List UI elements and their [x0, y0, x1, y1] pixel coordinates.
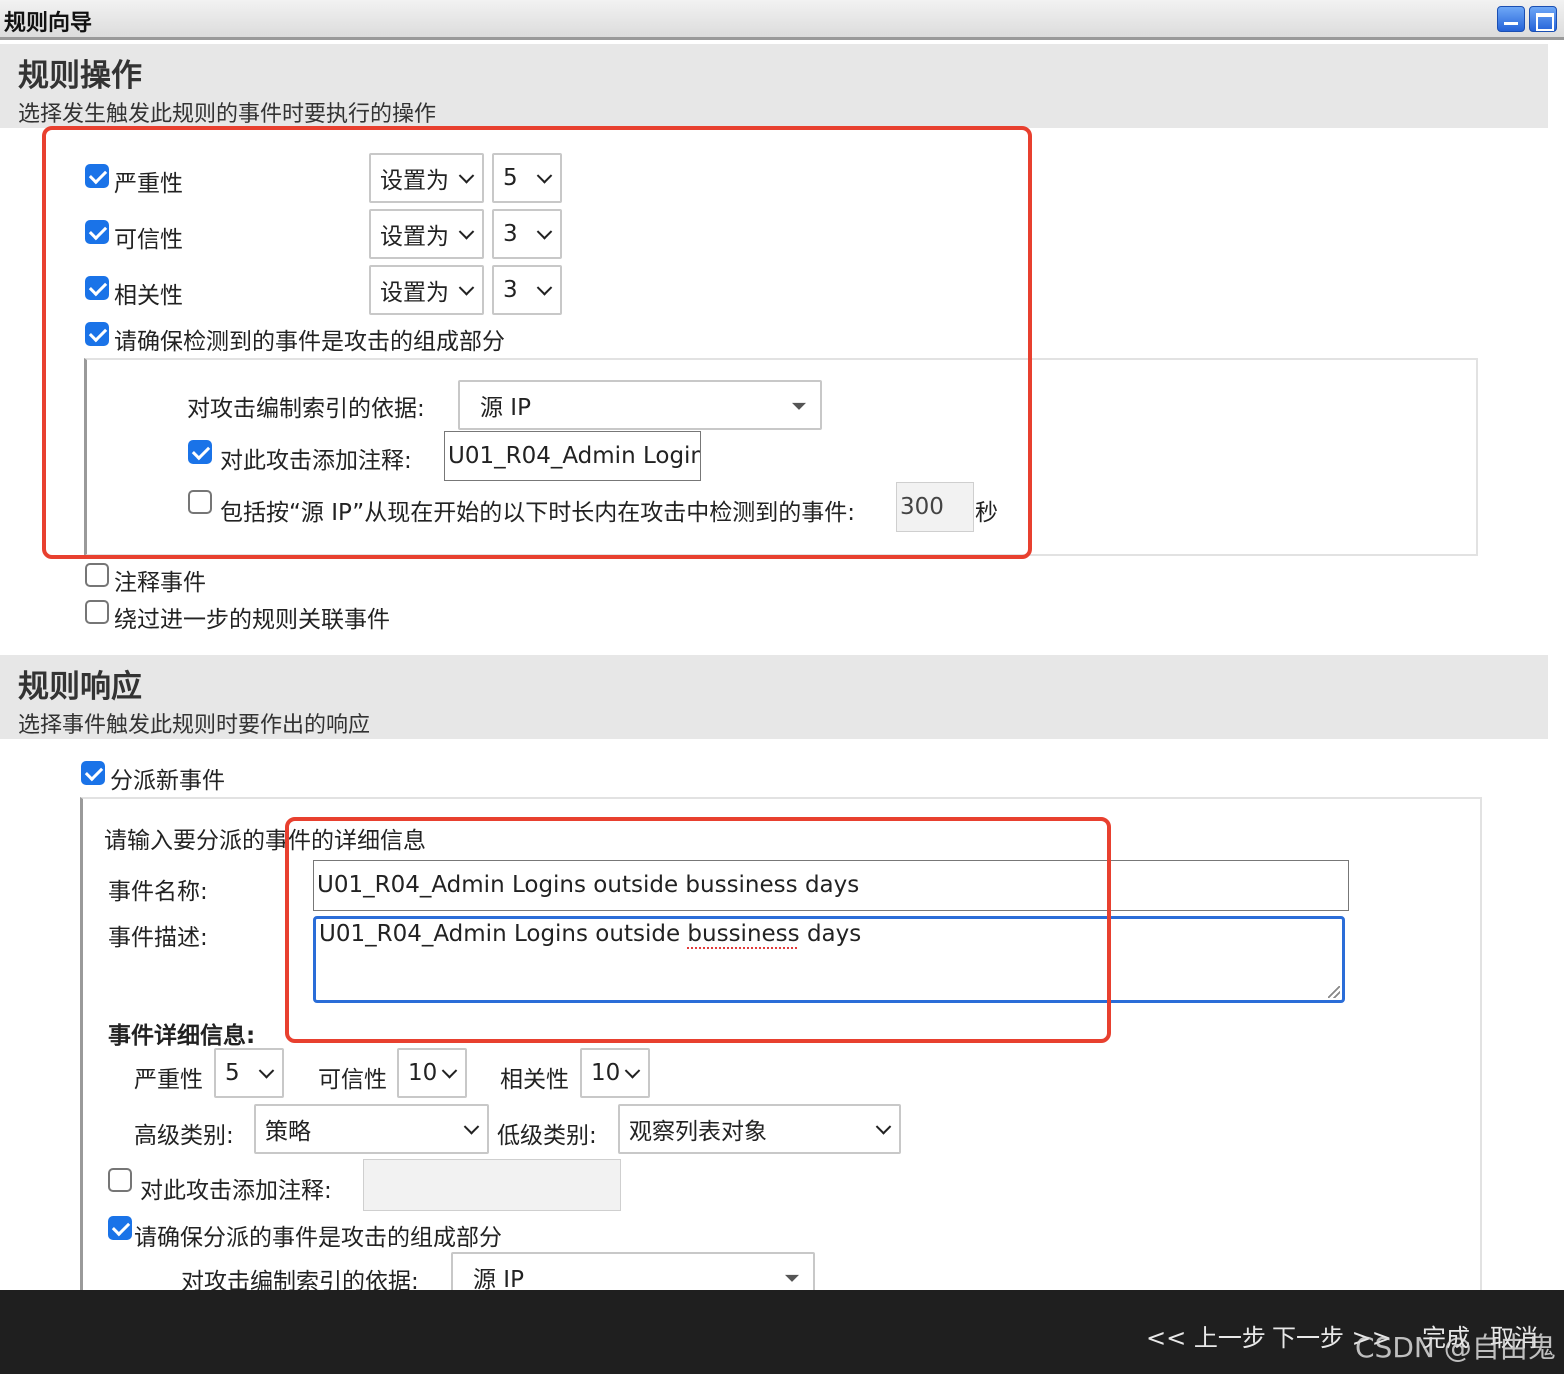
rule-action-subtitle: 选择发生触发此规则的事件时要执行的操作 [18, 102, 437, 127]
resp-add-note-checkbox[interactable] [108, 1168, 132, 1192]
dropdown-arrow-icon [785, 1274, 799, 1282]
resp-relevance-label: 相关性 [500, 1067, 569, 1093]
window-titlebar: 规则向导 [0, 0, 1564, 40]
highlight-box-response [285, 817, 1111, 1043]
rule-action-title: 规则操作 [18, 58, 142, 94]
annotate-event-checkbox[interactable] [85, 563, 109, 587]
high-category-label: 高级类别: [134, 1123, 234, 1149]
resp-add-note-label: 对此攻击添加注释: [140, 1178, 332, 1204]
minimize-icon[interactable] [1497, 6, 1525, 32]
resp-ensure-part-checkbox[interactable] [108, 1216, 132, 1240]
prev-step-button[interactable]: << 上一步 [1146, 1318, 1266, 1353]
rule-response-title: 规则响应 [18, 669, 142, 705]
chevron-down-icon [258, 1063, 275, 1079]
window-title: 规则向导 [4, 11, 93, 36]
resp-severity-value: 5 [225, 1060, 240, 1086]
dispatch-event-label: 分派新事件 [110, 768, 225, 794]
high-category-select[interactable]: 策略 [254, 1104, 489, 1154]
event-name-label: 事件名称: [108, 879, 208, 905]
resp-ensure-part-label: 请确保分派的事件是攻击的组成部分 [134, 1225, 502, 1251]
rule-response-header: 规则响应 选择事件触发此规则时要作出的响应 [0, 655, 1548, 739]
bypass-correlation-checkbox[interactable] [85, 600, 109, 624]
annotate-event-label: 注释事件 [114, 570, 206, 596]
resp-credibility-select[interactable]: 10 [397, 1048, 467, 1098]
rule-response-subtitle: 选择事件触发此规则时要作出的响应 [18, 713, 371, 738]
resize-handle-icon[interactable] [1328, 986, 1340, 998]
resp-relevance-value: 10 [591, 1060, 621, 1086]
chevron-down-icon [875, 1119, 892, 1135]
highlight-box-action [42, 126, 1032, 559]
low-category-select[interactable]: 观察列表对象 [618, 1104, 901, 1154]
resp-severity-label: 严重性 [134, 1067, 203, 1093]
maximize-icon[interactable] [1529, 6, 1557, 32]
resp-add-note-input[interactable] [363, 1159, 621, 1211]
resp-relevance-select[interactable]: 10 [580, 1048, 650, 1098]
chevron-down-icon [441, 1063, 458, 1079]
high-category-value: 策略 [265, 1119, 311, 1145]
resp-credibility-label: 可信性 [318, 1067, 387, 1093]
rule-action-header: 规则操作 选择发生触发此规则的事件时要执行的操作 [0, 44, 1548, 128]
event-details-heading: 事件详细信息: [108, 1023, 256, 1049]
resp-index-basis-value: 源 IP [473, 1267, 524, 1293]
bypass-correlation-label: 绕过进一步的规则关联事件 [114, 607, 390, 633]
wizard-footer: << 上一步 下一步 >> 完成 取消 CSDN @自由鬼 [0, 1290, 1564, 1374]
resp-credibility-value: 10 [408, 1060, 438, 1086]
watermark: CSDN @自由鬼 [1355, 1331, 1556, 1364]
low-category-value: 观察列表对象 [629, 1119, 767, 1145]
low-category-label: 低级类别: [497, 1123, 597, 1149]
chevron-down-icon [463, 1119, 480, 1135]
dispatch-event-checkbox[interactable] [81, 761, 105, 785]
chevron-down-icon [624, 1063, 641, 1079]
resp-severity-select[interactable]: 5 [214, 1048, 284, 1098]
event-description-label: 事件描述: [108, 925, 208, 951]
